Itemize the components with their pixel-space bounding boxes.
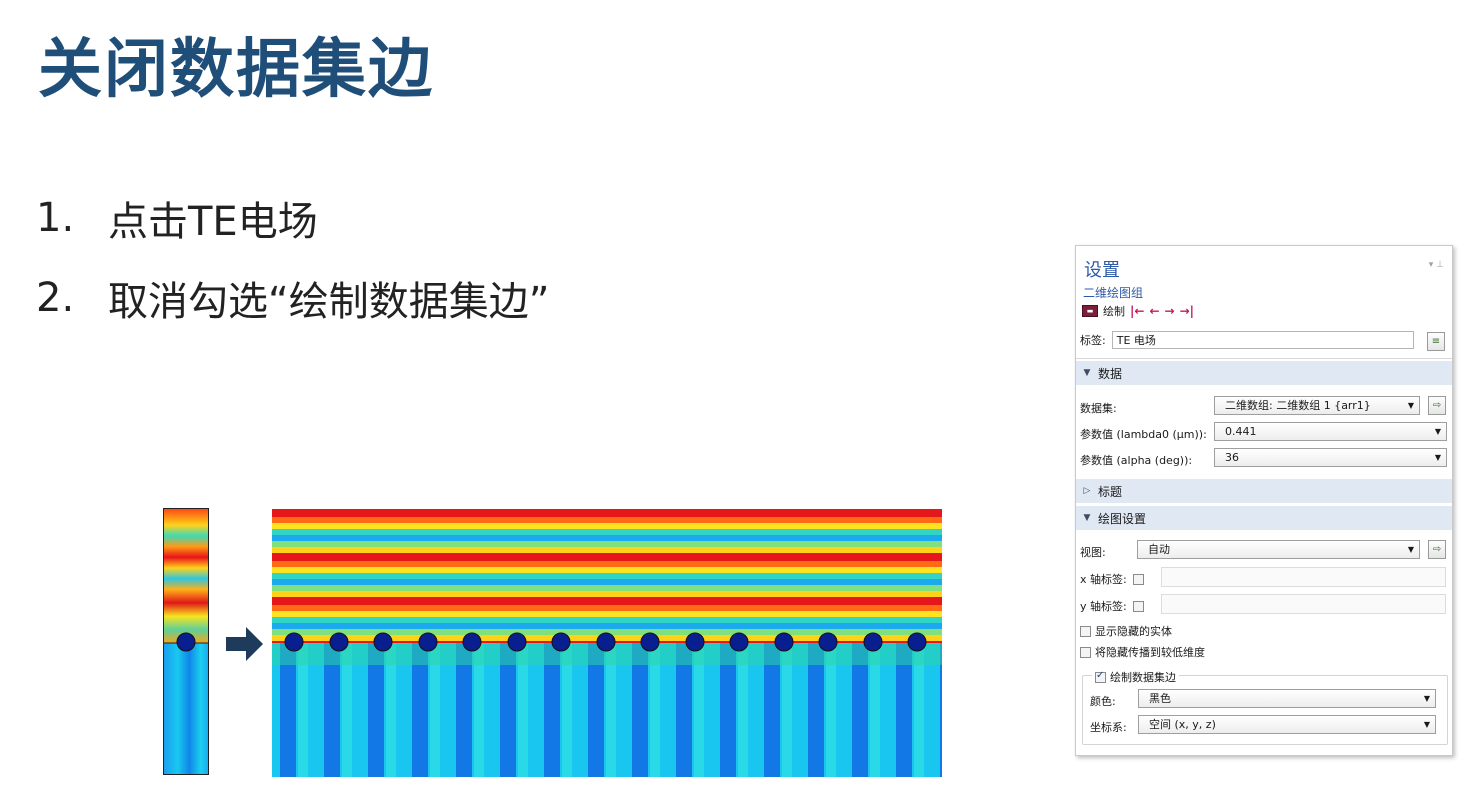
expand-icon: ▷: [1083, 486, 1091, 496]
comment-icon[interactable]: ≡: [1427, 332, 1445, 351]
plot-icon[interactable]: ▬: [1082, 305, 1098, 317]
section-title[interactable]: ▷ 标题: [1076, 479, 1452, 503]
label-input[interactable]: TE 电场: [1111, 331, 1414, 349]
frame-label: 坐标系:: [1090, 721, 1127, 734]
step-number: 1.: [36, 195, 75, 241]
first-icon[interactable]: |←: [1130, 304, 1144, 318]
section-label: 标题: [1098, 484, 1123, 499]
param1-label: 参数值 (lambda0 (μm)):: [1080, 428, 1207, 441]
panel-subtitle: 二维绘图组: [1083, 286, 1144, 300]
y-axis-input[interactable]: [1161, 594, 1446, 614]
step-number: 2.: [36, 275, 75, 321]
show-hidden-label: 显示隐藏的实体: [1095, 625, 1172, 638]
propagate-hidden-row: 将隐藏传播到较低维度: [1080, 644, 1205, 660]
show-hidden-row: 显示隐藏的实体: [1080, 623, 1172, 639]
label-caption: 标签:: [1080, 334, 1106, 347]
param2-label: 参数值 (alpha (deg)):: [1080, 454, 1193, 467]
panel-toolbar: ▬ 绘制 |← ← → →|: [1082, 303, 1194, 319]
frame-select[interactable]: 空间 (x, y, z) ▼: [1138, 715, 1436, 734]
show-hidden-checkbox[interactable]: [1080, 625, 1091, 637]
param2-select[interactable]: 36 ▼: [1214, 448, 1447, 467]
dataset-label: 数据集:: [1080, 402, 1117, 415]
panel-title: 设置: [1084, 260, 1120, 281]
section-label: 数据: [1098, 366, 1123, 381]
right-arrow-icon: [226, 627, 264, 665]
collapse-icon: ▼: [1083, 513, 1091, 523]
step-item: 1. 点击TE电场: [36, 178, 549, 258]
chevron-down-icon: ▼: [1407, 545, 1414, 554]
go-to-source-icon[interactable]: ⇨: [1428, 540, 1446, 559]
color-label: 颜色:: [1090, 695, 1116, 708]
view-select[interactable]: 自动 ▼: [1137, 540, 1420, 559]
y-axis-checkbox[interactable]: [1132, 600, 1144, 612]
field-plot-unit-cell: [163, 508, 209, 775]
field-plot-extended: [272, 509, 942, 777]
chevron-down-icon: ▼: [1434, 453, 1441, 462]
chevron-down-icon: ▼: [1434, 427, 1441, 436]
x-axis-row: x 轴标签:: [1080, 571, 1144, 587]
pin-icon[interactable]: ▾ ⊥: [1429, 260, 1444, 270]
dataset-edges-group: [1082, 675, 1448, 745]
slide-title: 关闭数据集边: [38, 33, 434, 107]
view-label: 视图:: [1080, 546, 1106, 559]
settings-panel: 设置 ▾ ⊥ 二维绘图组 ▬ 绘制 |← ← → →| 标签: TE 电场 ≡ …: [1075, 245, 1453, 756]
chevron-down-icon: ▼: [1423, 694, 1430, 703]
step-text: 点击TE电场: [108, 199, 318, 245]
plot-button[interactable]: 绘制: [1103, 303, 1125, 319]
last-icon[interactable]: →|: [1180, 304, 1194, 318]
color-select[interactable]: 黑色 ▼: [1138, 689, 1436, 708]
chevron-down-icon: ▼: [1407, 401, 1414, 410]
section-label: 绘图设置: [1098, 511, 1147, 526]
x-axis-input[interactable]: [1161, 567, 1446, 587]
y-axis-row: y 轴标签:: [1080, 598, 1144, 614]
collapse-icon: ▼: [1083, 368, 1091, 378]
x-axis-label: x 轴标签:: [1080, 573, 1127, 586]
step-item: 2. 取消勾选“绘制数据集边”: [36, 258, 549, 338]
propagate-hidden-label: 将隐藏传播到较低维度: [1095, 646, 1205, 659]
param1-select[interactable]: 0.441 ▼: [1214, 422, 1447, 441]
draw-edges-row: 绘制数据集边: [1092, 669, 1179, 685]
propagate-hidden-checkbox[interactable]: [1080, 646, 1091, 658]
go-to-source-icon[interactable]: ⇨: [1428, 396, 1446, 415]
step-list: 1. 点击TE电场 2. 取消勾选“绘制数据集边”: [36, 178, 549, 338]
panel-header: 设置 ▾ ⊥ 二维绘图组 ▬ 绘制 |← ← → →| 标签: TE 电场 ≡: [1076, 246, 1452, 359]
step-text: 取消勾选“绘制数据集边”: [108, 279, 550, 325]
next-icon[interactable]: →: [1165, 304, 1175, 318]
draw-edges-checkbox[interactable]: [1095, 670, 1106, 683]
draw-edges-label: 绘制数据集边: [1110, 671, 1176, 684]
dataset-select[interactable]: 二维数组: 二维数组 1 {arr1} ▼: [1214, 396, 1420, 415]
section-plot-settings[interactable]: ▼ 绘图设置: [1076, 506, 1452, 530]
chevron-down-icon: ▼: [1423, 720, 1430, 729]
previous-icon[interactable]: ←: [1149, 304, 1159, 318]
label-row: 标签: TE 电场: [1080, 331, 1414, 349]
section-data[interactable]: ▼ 数据: [1076, 361, 1452, 385]
y-axis-label: y 轴标签:: [1080, 600, 1127, 613]
x-axis-checkbox[interactable]: [1132, 573, 1144, 585]
